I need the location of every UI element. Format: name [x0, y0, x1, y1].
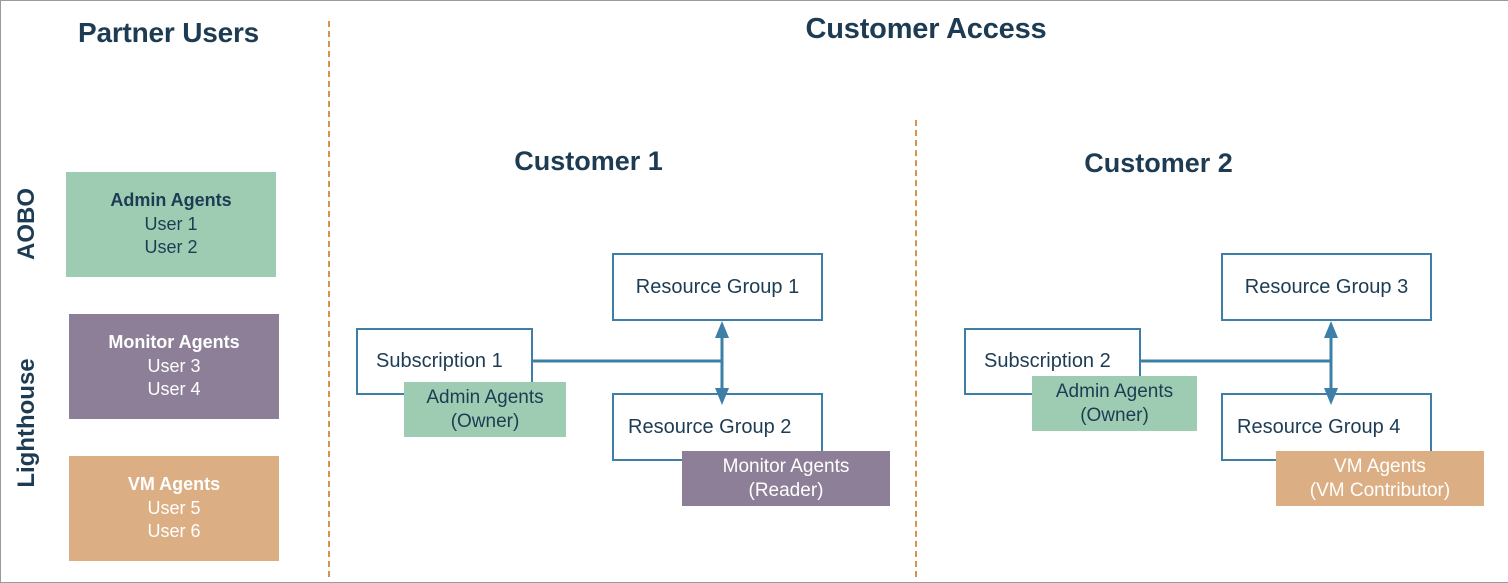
diagram-canvas: Partner Users Customer Access AOBO Light… — [0, 0, 1508, 583]
customer-access-heading: Customer Access — [805, 13, 1047, 45]
group-user: User 3 — [147, 355, 201, 376]
role-chip-role: (Owner) — [450, 410, 520, 432]
rail-aobo-label: AOBO — [13, 188, 40, 260]
resource-group-label: Resource Group 4 — [1237, 415, 1401, 438]
group-user: User 4 — [147, 379, 201, 400]
partner-group-monitor-agents[interactable]: Monitor Agents User 3 User 4 — [69, 314, 279, 419]
resource-group-box-3[interactable]: Resource Group 3 — [1221, 253, 1432, 321]
group-user: User 2 — [144, 237, 198, 258]
role-chip-agent: VM Agents — [1334, 455, 1426, 477]
resource-group-label: Resource Group 3 — [1244, 275, 1409, 298]
group-user: User 6 — [147, 521, 201, 542]
role-chip-agent: Admin Agents — [1055, 380, 1174, 402]
partner-users-heading: Partner Users — [77, 17, 260, 48]
group-title: Monitor Agents — [108, 332, 240, 353]
customer-2-title: Customer 2 — [1084, 148, 1233, 178]
role-chip-subscription-2[interactable]: Admin Agents (Owner) — [1032, 376, 1197, 431]
resource-group-box-1[interactable]: Resource Group 1 — [612, 253, 823, 321]
role-chip-role: (VM Contributor) — [1309, 479, 1451, 501]
partner-group-vm-agents[interactable]: VM Agents User 5 User 6 — [69, 456, 279, 561]
partner-group-admin-agents[interactable]: Admin Agents User 1 User 2 — [66, 172, 276, 277]
resource-group-label: Resource Group 2 — [628, 415, 792, 438]
role-chip-role: (Reader) — [748, 479, 824, 501]
role-chip-subscription-1[interactable]: Admin Agents (Owner) — [404, 382, 566, 437]
rail-lighthouse-label: Lighthouse — [13, 358, 40, 488]
role-chip-resource-group-4[interactable]: VM Agents (VM Contributor) — [1276, 451, 1484, 506]
group-title: Admin Agents — [110, 190, 232, 211]
resource-group-label: Resource Group 1 — [635, 275, 800, 298]
group-title: VM Agents — [127, 474, 221, 495]
divider-customer1-customer2 — [915, 120, 917, 577]
role-chip-resource-group-2[interactable]: Monitor Agents (Reader) — [682, 451, 890, 506]
subscription-label: Subscription 2 — [984, 350, 1111, 372]
group-user: User 1 — [144, 213, 198, 234]
role-chip-agent: Admin Agents — [426, 386, 544, 408]
role-chip-agent: Monitor Agents — [722, 455, 850, 477]
customer-1-title: Customer 1 — [514, 146, 663, 176]
subscription-label: Subscription 1 — [376, 350, 503, 372]
divider-partner-customer — [328, 21, 330, 577]
role-chip-role: (Owner) — [1080, 404, 1149, 426]
group-user: User 5 — [147, 497, 201, 518]
